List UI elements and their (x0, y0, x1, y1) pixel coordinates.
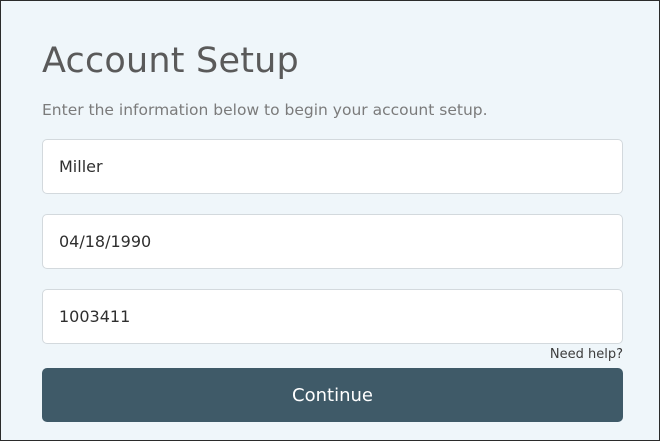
page-title: Account Setup (42, 41, 299, 81)
continue-button[interactable]: Continue (42, 368, 623, 422)
date-of-birth-input[interactable] (42, 214, 623, 269)
account-number-input[interactable] (42, 289, 623, 344)
last-name-input[interactable] (42, 139, 623, 194)
need-help-link[interactable]: Need help? (550, 346, 623, 364)
page-subtitle: Enter the information below to begin you… (42, 101, 488, 119)
account-setup-panel: Account Setup Enter the information belo… (0, 0, 660, 441)
